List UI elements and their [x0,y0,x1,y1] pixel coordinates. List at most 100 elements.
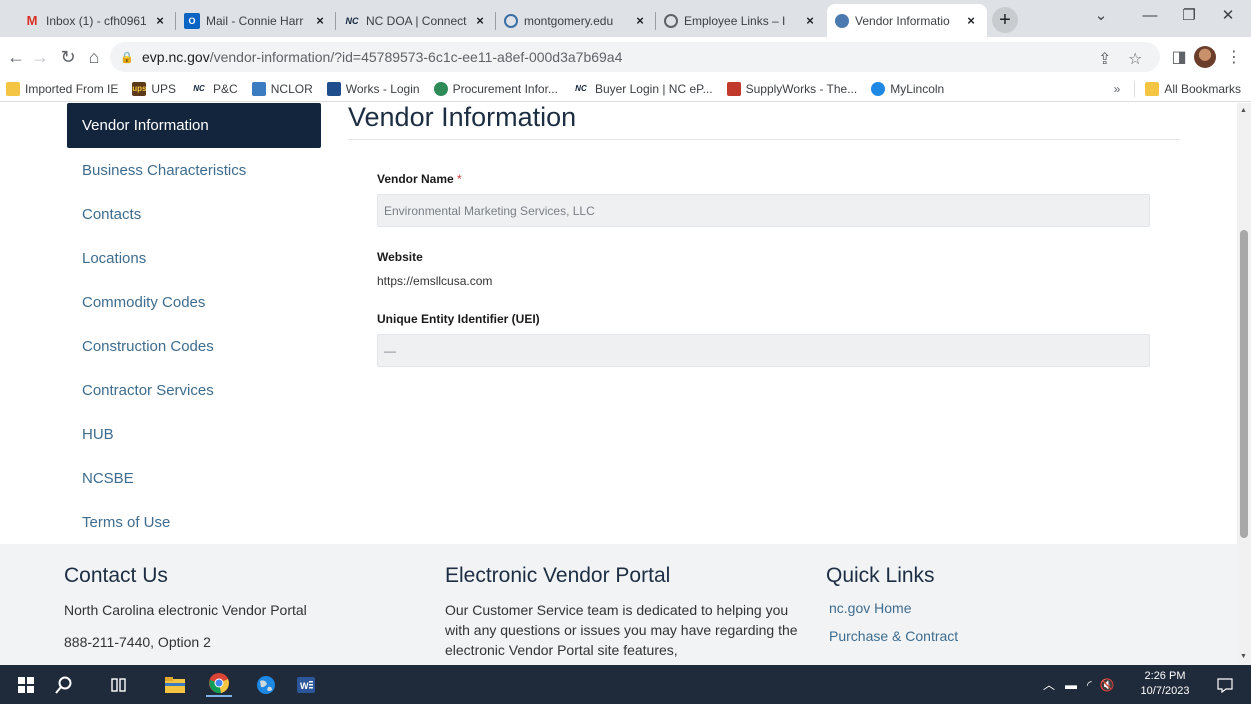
url-path: /vendor-information/?id=45789573-6c1c-ee… [209,49,623,65]
montgomery-icon [504,13,518,28]
nc-seal-icon [835,13,849,28]
footer-portal-text: Our Customer Service team is dedicated t… [445,602,798,658]
scroll-thumb[interactable] [1240,230,1248,538]
chrome-icon[interactable] [206,671,232,697]
share-icon[interactable]: ⇪ [1098,49,1111,69]
works-icon [326,81,341,96]
taskbar-clock[interactable]: 2:26 PM 10/7/2023 [1135,669,1195,699]
home-icon[interactable]: ⌂ [82,45,106,69]
browser-toolbar: ← → ↻ ⌂ 🔒 evp.nc.gov/vendor-information/… [0,37,1251,76]
new-tab-button[interactable]: + [992,7,1018,33]
battery-icon[interactable]: ▬ [1065,678,1077,692]
page-viewport: Vendor Information Business Characterist… [0,103,1237,665]
required-marker: * [457,172,462,186]
folder-icon [6,81,20,96]
outlook-icon: O [184,12,200,29]
sidebar-item-locations[interactable]: Locations [67,236,321,280]
clock-time: 2:26 PM [1144,670,1186,682]
close-icon[interactable]: × [472,13,488,28]
tab-nc-doa[interactable]: NC NC DOA | Connect × [336,4,496,37]
side-panel-icon[interactable]: ◨ [1167,45,1191,69]
sidebar-item-ncsbe[interactable]: NCSBE [67,456,321,500]
bookmark-ups[interactable]: ups UPS [132,81,176,96]
bookmark-pc[interactable]: NC P&C [190,82,237,96]
chevron-up-icon[interactable]: ︿ [1043,676,1055,693]
page-scrollbar[interactable]: ▲ ▼ [1237,103,1251,665]
uei-field[interactable]: — [377,334,1150,367]
footer-link-purchase-contract[interactable]: Purchase & Contract [829,628,1126,644]
bookmark-imported-from-ie[interactable]: Imported From IE [6,81,118,96]
vendor-name-label: Vendor Name * [377,172,462,186]
page-title: Vendor Information [348,103,1180,140]
close-icon[interactable]: × [632,13,648,28]
bookmark-procurement[interactable]: Procurement Infor... [433,81,558,96]
footer-contact-title: Contact Us [64,564,168,587]
lock-icon: 🔒 [120,51,134,64]
tab-outlook[interactable]: O Mail - Connie Harr × [176,4,336,37]
close-icon[interactable]: × [312,13,328,28]
bookmarks-overflow-button[interactable]: » [1114,82,1121,96]
sidebar-item-construction-codes[interactable]: Construction Codes [67,324,321,368]
footer-link-ncgov-home[interactable]: nc.gov Home [829,600,1126,616]
back-icon[interactable]: ← [4,45,28,69]
wifi-icon[interactable]: ◜ [1087,678,1092,692]
bookmarks-divider [1134,80,1136,97]
bookmark-mylincoln[interactable]: MyLincoln [871,81,944,96]
bookmark-all-bookmarks[interactable]: All Bookmarks [1145,81,1241,96]
supplyworks-icon [726,81,741,96]
bookmark-nclor[interactable]: NCLOR [251,81,313,96]
footer-links-column: Quick Links nc.gov Home Purchase & Contr… [826,564,1126,656]
close-icon[interactable]: × [152,13,168,28]
task-view-icon[interactable] [107,673,131,697]
tab-montgomery[interactable]: montgomery.edu × [496,4,656,37]
bookmark-star-icon[interactable]: ☆ [1128,49,1142,69]
vendor-info-panel: Vendor Information Vendor Name * Environ… [348,103,1180,367]
profile-avatar[interactable] [1194,46,1216,68]
footer-portal-title: Electronic Vendor Portal [445,564,671,587]
scroll-down-icon[interactable]: ▼ [1240,653,1247,660]
close-icon[interactable]: × [802,13,818,28]
sidebar-item-terms-of-use[interactable]: Terms of Use [67,500,321,544]
notification-icon[interactable] [1213,673,1237,697]
file-explorer-icon[interactable] [163,673,187,697]
bookmark-supplyworks[interactable]: SupplyWorks - The... [726,81,857,96]
globe-app-icon[interactable] [254,673,278,697]
sidebar-item-business-characteristics[interactable]: Business Characteristics [67,148,321,192]
nc-icon: NC [345,15,359,26]
svg-text:W: W [300,681,309,691]
nclor-icon [251,81,266,96]
menu-icon[interactable]: ⋮ [1222,45,1246,69]
sidebar-item-contacts[interactable]: Contacts [67,192,321,236]
scroll-up-icon[interactable]: ▲ [1240,107,1247,114]
footer-portal-column: Electronic Vendor Portal Our Customer Se… [445,564,805,660]
tab-strip: M Inbox (1) - cfh0961 × O Mail - Connie … [0,0,1251,37]
tab-search-icon[interactable]: ⌄ [1078,0,1124,30]
reload-icon[interactable]: ↻ [56,45,80,69]
close-icon[interactable]: × [963,13,979,28]
ups-icon: ups [132,81,146,96]
bookmarks-bar: Imported From IE ups UPS NC P&C NCLOR Work… [0,76,1251,102]
tab-gmail[interactable]: M Inbox (1) - cfh0961 × [16,4,176,37]
close-window-button[interactable]: ✕ [1205,0,1251,30]
nc-icon: NC [575,84,587,93]
footer-contact-column: Contact Us North Carolina electronic Ven… [64,564,384,652]
footer-links-title: Quick Links [826,564,935,587]
sidebar-item-vendor-information[interactable]: Vendor Information [67,103,321,148]
sidebar-item-hub[interactable]: HUB [67,412,321,456]
sidebar-item-commodity-codes[interactable]: Commodity Codes [67,280,321,324]
tab-employee-links[interactable]: Employee Links – I × [656,4,826,37]
bookmark-works-login[interactable]: Works - Login [326,81,420,96]
globe-icon [664,13,678,28]
vendor-name-field[interactable]: Environmental Marketing Services, LLC [377,194,1150,227]
word-icon[interactable]: W [294,673,318,697]
vendor-side-nav: Vendor Information Business Characterist… [67,103,321,544]
sidebar-item-contractor-services[interactable]: Contractor Services [67,368,321,412]
system-tray: ︿ ▬ ◜ 🔇 [1043,665,1115,704]
forward-icon[interactable]: → [28,45,52,69]
address-bar[interactable]: 🔒 evp.nc.gov/vendor-information/?id=4578… [110,42,1160,72]
tab-vendor-information[interactable]: Vendor Informatio × [827,4,987,37]
search-icon[interactable] [52,673,76,697]
bookmark-buyer-login[interactable]: NC Buyer Login | NC eP... [572,82,712,96]
windows-start-icon[interactable] [14,673,38,697]
volume-icon[interactable]: 🔇 [1100,678,1115,692]
